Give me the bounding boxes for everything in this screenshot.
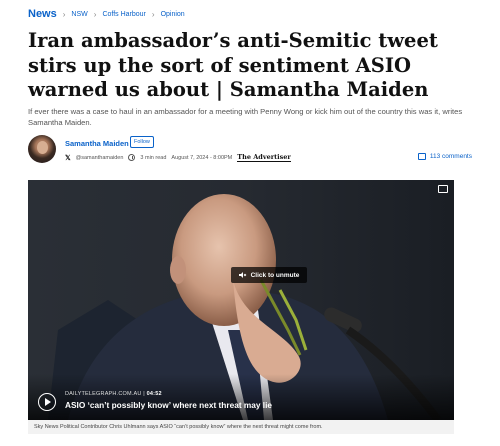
video-overlay [28, 374, 454, 420]
breadcrumb-coffs-harbour[interactable]: Coffs Harbour [102, 11, 145, 18]
byline: Samantha Maiden Follow 𝕏 @samanthamaiden… [28, 135, 472, 167]
byline-meta: 𝕏 @samanthamaiden 3 min read August 7, 2… [65, 153, 291, 162]
breadcrumb: News › NSW › Coffs Harbour › Opinion [28, 8, 185, 20]
read-time: 3 min read [140, 154, 167, 161]
video-source: DAILYTELEGRAPH.COM.AU | 04:52 [65, 391, 162, 397]
author-avatar[interactable] [28, 135, 56, 163]
clock-icon [128, 154, 136, 161]
breadcrumb-nsw[interactable]: NSW [71, 11, 87, 18]
unmute-button[interactable]: Click to unmute [231, 267, 307, 283]
video-source-separator: | [143, 391, 145, 397]
video-caption: Sky News Political Contributor Chris Uhl… [28, 420, 454, 434]
breadcrumb-news[interactable]: News [28, 8, 57, 20]
video-duration: 04:52 [146, 391, 162, 397]
muted-speaker-icon [238, 272, 246, 278]
play-button[interactable] [38, 393, 56, 411]
x-social-icon[interactable]: 𝕏 [65, 154, 71, 162]
publish-date: August 7, 2024 - 8:00PM [171, 154, 233, 161]
author-name[interactable]: Samantha Maiden [65, 139, 129, 148]
chevron-right-icon: › [93, 9, 97, 19]
video-source-name: DAILYTELEGRAPH.COM.AU [65, 391, 142, 397]
video-title: ASIO ‘can’t possibly know’ where next th… [65, 400, 273, 410]
author-handle[interactable]: @samanthamaiden [76, 155, 124, 161]
picture-in-picture-icon[interactable] [438, 185, 448, 193]
publication-logo[interactable]: The Advertiser [237, 153, 291, 162]
chevron-right-icon: › [62, 9, 66, 19]
chevron-right-icon: › [151, 9, 155, 19]
follow-button[interactable]: Follow [130, 136, 154, 148]
comments-link[interactable]: 113 comments [417, 153, 472, 160]
video-player[interactable]: Click to unmute DAILYTELEGRAPH.COM.AU | … [28, 180, 454, 420]
unmute-label: Click to unmute [250, 271, 300, 279]
breadcrumb-opinion[interactable]: Opinion [161, 11, 185, 18]
comment-icon [417, 153, 426, 160]
comments-count: 113 comments [429, 153, 472, 160]
article-headline: Iran ambassador’s anti-Semitic tweet sti… [28, 29, 438, 101]
article-standfirst: If ever there was a case to haul in an a… [28, 107, 463, 127]
